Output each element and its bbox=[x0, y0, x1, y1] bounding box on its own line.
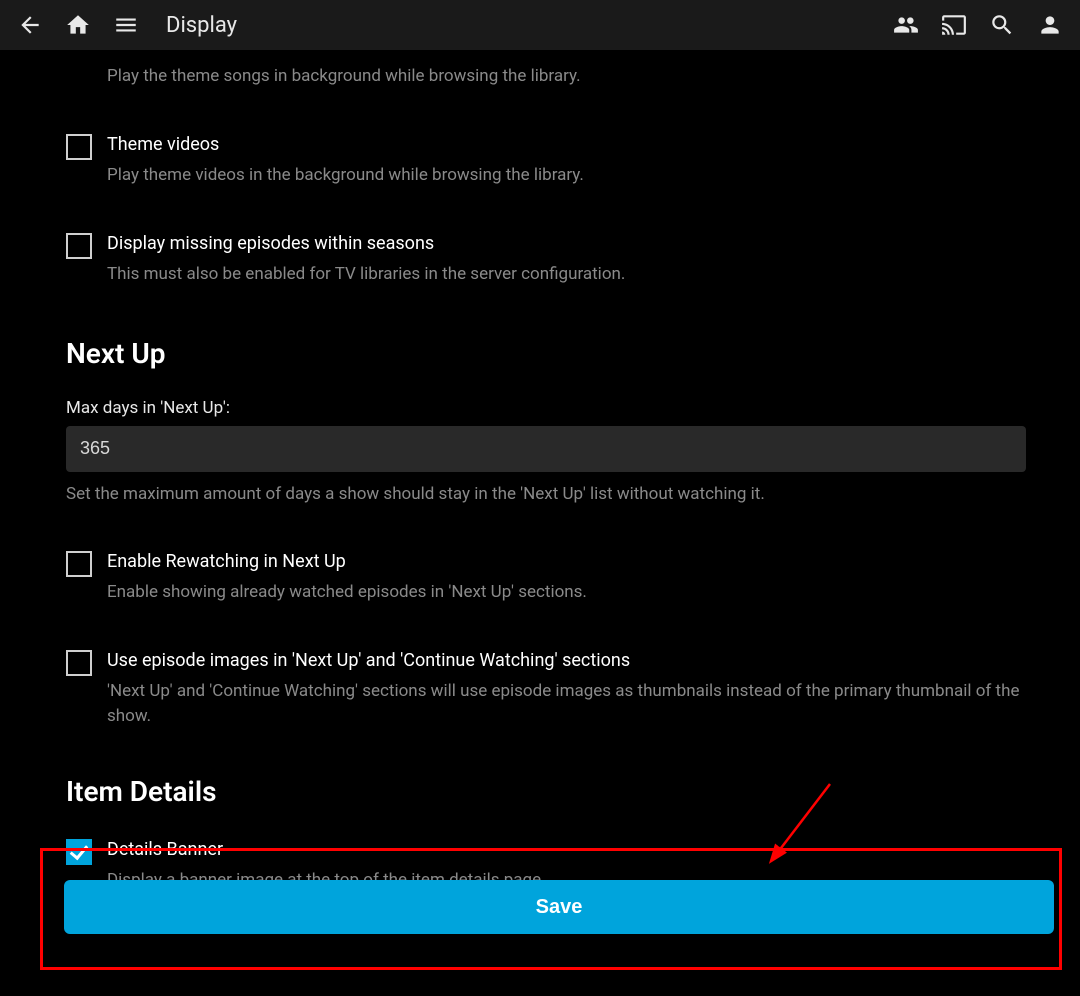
next-up-heading: Next Up bbox=[66, 337, 1052, 370]
cast-button[interactable] bbox=[932, 3, 976, 47]
details-banner-label: Details Banner bbox=[107, 838, 546, 862]
theme-videos-row: Theme videos Play theme videos in the ba… bbox=[66, 133, 1052, 188]
rewatching-checkbox[interactable] bbox=[66, 551, 92, 577]
back-button[interactable] bbox=[8, 3, 52, 47]
save-button[interactable]: Save bbox=[64, 880, 1054, 934]
theme-videos-desc: Play theme videos in the background whil… bbox=[107, 163, 584, 188]
theme-videos-checkbox[interactable] bbox=[66, 134, 92, 160]
search-button[interactable] bbox=[980, 3, 1024, 47]
search-icon bbox=[989, 12, 1015, 38]
header-left: Display bbox=[8, 3, 237, 47]
episode-images-label: Use episode images in 'Next Up' and 'Con… bbox=[107, 649, 1027, 673]
menu-button[interactable] bbox=[104, 3, 148, 47]
item-details-heading: Item Details bbox=[66, 775, 1052, 808]
max-days-label: Max days in 'Next Up': bbox=[66, 398, 1052, 418]
home-button[interactable] bbox=[56, 3, 100, 47]
person-icon bbox=[1037, 12, 1063, 38]
page-title: Display bbox=[166, 13, 237, 38]
arrow-left-icon bbox=[17, 12, 43, 38]
rewatching-desc: Enable showing already watched episodes … bbox=[107, 580, 587, 605]
rewatching-row: Enable Rewatching in Next Up Enable show… bbox=[66, 550, 1052, 605]
rewatching-label: Enable Rewatching in Next Up bbox=[107, 550, 587, 574]
theme-songs-desc: Play the theme songs in background while… bbox=[107, 64, 1052, 89]
home-icon bbox=[65, 12, 91, 38]
user-button[interactable] bbox=[1028, 3, 1072, 47]
settings-content: Play the theme songs in background while… bbox=[0, 50, 1080, 893]
episode-images-row: Use episode images in 'Next Up' and 'Con… bbox=[66, 649, 1052, 729]
missing-episodes-desc: This must also be enabled for TV librari… bbox=[107, 262, 625, 287]
max-days-desc: Set the maximum amount of days a show sh… bbox=[66, 482, 1052, 507]
episode-images-desc: 'Next Up' and 'Continue Watching' sectio… bbox=[107, 679, 1027, 728]
hamburger-icon bbox=[113, 12, 139, 38]
cast-icon bbox=[941, 12, 967, 38]
people-icon bbox=[893, 12, 919, 38]
missing-episodes-checkbox[interactable] bbox=[66, 233, 92, 259]
header-right bbox=[884, 3, 1072, 47]
missing-episodes-row: Display missing episodes within seasons … bbox=[66, 232, 1052, 287]
episode-images-checkbox[interactable] bbox=[66, 650, 92, 676]
missing-episodes-label: Display missing episodes within seasons bbox=[107, 232, 625, 256]
app-header: Display bbox=[0, 0, 1080, 50]
max-days-input[interactable] bbox=[66, 426, 1026, 472]
sync-play-button[interactable] bbox=[884, 3, 928, 47]
details-banner-checkbox[interactable] bbox=[66, 839, 92, 865]
theme-videos-label: Theme videos bbox=[107, 133, 584, 157]
